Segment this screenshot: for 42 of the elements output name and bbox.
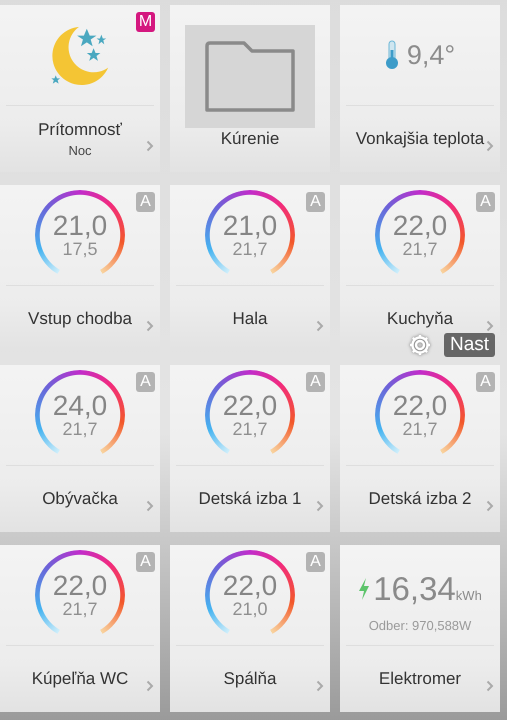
- energy-unit: kWh: [456, 588, 482, 602]
- tile-label: Hala: [232, 309, 268, 329]
- mode-badge: A: [306, 372, 325, 392]
- setpoint-value: 22,0: [392, 392, 448, 420]
- mode-badge: A: [306, 552, 325, 572]
- tile-label: Elektromer: [378, 669, 462, 689]
- mode-badge: A: [136, 552, 155, 572]
- tile-label: Vstup chodba: [28, 309, 132, 329]
- actual-temperature: 21,7: [62, 600, 98, 618]
- setpoint-value: 21,0: [52, 212, 108, 240]
- actual-temperature: 21,7: [232, 420, 268, 438]
- temperature-value: 9,4°: [406, 40, 456, 70]
- setpoint-value: 22,0: [52, 572, 108, 600]
- power-reading: Odber: 970,588W: [368, 618, 472, 632]
- tile-label: Obývačka: [42, 489, 118, 509]
- actual-temperature: 21,7: [402, 240, 438, 258]
- tile-label: Spálňa: [224, 669, 276, 689]
- tile-label: Prítomnosť: [38, 120, 122, 140]
- mode-badge: A: [306, 192, 325, 212]
- actual-temperature: 21,0: [232, 600, 268, 618]
- tile-label: Detská izba 1: [198, 489, 302, 509]
- setpoint-value: 21,0: [222, 212, 278, 240]
- tile-label: Kuchyňa: [386, 309, 454, 329]
- actual-temperature: 21,7: [232, 240, 268, 258]
- setpoint-value: 24,0: [52, 392, 108, 420]
- tile-label: Kúpeľňa WC: [32, 669, 128, 689]
- mode-badge: A: [476, 192, 495, 212]
- actual-temperature: 21,7: [402, 420, 438, 438]
- mode-badge: A: [476, 372, 495, 392]
- actual-temperature: 17,5: [62, 240, 98, 258]
- tile-label: Detská izba 2: [368, 489, 472, 509]
- setpoint-value: 22,0: [392, 212, 448, 240]
- mode-badge: M: [136, 12, 155, 32]
- tile-label: Vonkajšia teplota: [356, 129, 484, 149]
- tile-sublabel: Noc: [68, 143, 92, 158]
- tile-label: Kúrenie: [220, 129, 280, 149]
- actual-temperature: 21,7: [62, 420, 98, 438]
- setpoint-value: 22,0: [222, 572, 278, 600]
- mode-badge: A: [136, 192, 155, 212]
- energy-value: 16,34: [373, 570, 456, 608]
- mode-badge: A: [136, 372, 155, 392]
- setpoint-value: 22,0: [222, 392, 278, 420]
